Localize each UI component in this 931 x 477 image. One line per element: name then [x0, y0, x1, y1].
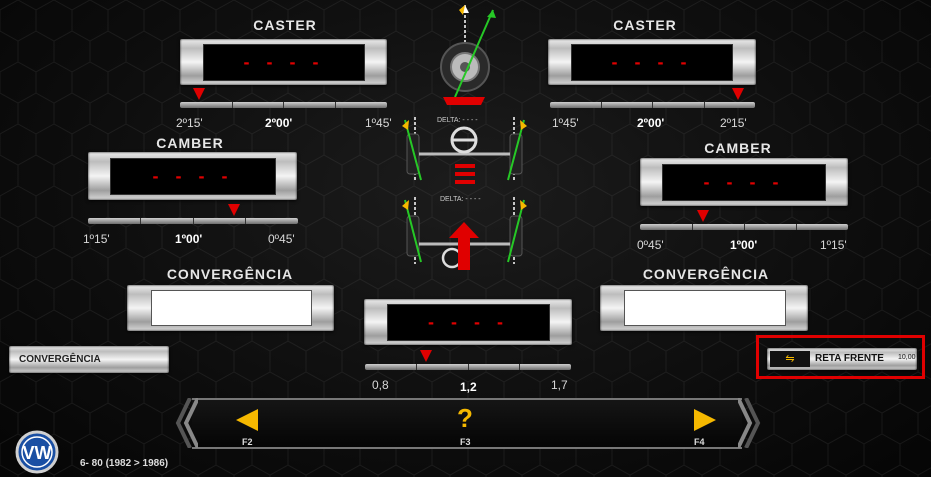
camber-left-scale-max: 0º45' — [268, 232, 295, 246]
convergencia-total-marker — [420, 350, 432, 362]
caster-right-scale — [550, 102, 755, 108]
caster-wheel-illustration — [440, 5, 496, 105]
next-button[interactable]: F4 — [690, 407, 720, 447]
convergencia-right-display — [624, 290, 786, 326]
reta-frente-label: RETA FRENTE — [815, 353, 884, 364]
camber-right-scale — [640, 224, 848, 230]
camber-right-display: - - - - — [662, 164, 826, 201]
caster-right-scale-max: 2º15' — [720, 116, 747, 130]
caster-left-display: - - - - — [203, 44, 365, 81]
camber-right-scale-min: 0º45' — [637, 238, 664, 252]
front-axle-illustration — [402, 117, 527, 184]
caster-right-marker — [732, 88, 744, 100]
caster-right-scale-mid: 2º00' — [637, 116, 665, 130]
convergencia-button-label: CONVERGÊNCIA — [19, 354, 101, 365]
help-icon: ? — [457, 403, 473, 433]
convergencia-total-display: - - - - — [387, 304, 550, 341]
caster-left-scale-min: 2º15' — [176, 116, 203, 130]
caster-left-scale-max: 1º45' — [365, 116, 392, 130]
camber-right-scale-mid: 1º00' — [730, 238, 758, 252]
camber-right-scale-max: 1º15' — [820, 238, 847, 252]
help-button[interactable]: ? F3 — [450, 403, 480, 447]
arrow-left-icon — [236, 409, 258, 431]
toe-illustration — [402, 197, 527, 270]
convergencia-total-scale — [365, 364, 571, 370]
steering-icon: ⇋ — [770, 351, 810, 367]
nav-bar-left-chevrons — [175, 398, 198, 448]
caster-right-scale-min: 1º45' — [552, 116, 579, 130]
caster-left-marker — [193, 88, 205, 100]
svg-text:VW: VW — [23, 443, 52, 463]
caster-right-display: - - - - — [571, 44, 733, 81]
convergencia-total-scale-mid: 1,2 — [460, 380, 477, 394]
camber-left-display: - - - - — [110, 158, 276, 195]
camber-right-marker — [697, 210, 709, 222]
camber-left-scale-min: 1º15' — [83, 232, 110, 246]
reta-frente-button[interactable]: ⇋ RETA FRENTE 10,00 — [756, 335, 925, 379]
previous-button[interactable]: F2 — [232, 407, 262, 447]
convergencia-button[interactable]: CONVERGÊNCIA — [9, 346, 169, 373]
reta-frente-value: 10,00 — [898, 354, 916, 361]
arrow-right-icon — [694, 409, 716, 431]
camber-right-title: CAMBER — [704, 140, 772, 156]
f2-label: F2 — [242, 437, 253, 447]
caster-right-title: CASTER — [613, 17, 677, 33]
camber-left-marker — [228, 204, 240, 216]
vw-logo: VW — [15, 430, 59, 474]
vehicle-model: 6- 80 (1982 > 1986) — [80, 458, 169, 469]
convergencia-left-title: CONVERGÊNCIA — [166, 266, 294, 282]
camber-left-scale — [88, 218, 298, 224]
caster-left-scale-mid: 2º00' — [265, 116, 293, 130]
convergencia-left-display — [151, 290, 312, 326]
alignment-screen: CASTER - - - - 2º15' 2º00' 1º45' CASTER … — [0, 0, 931, 477]
caster-left-title: CASTER — [253, 17, 317, 33]
nav-bar-right-chevrons — [738, 398, 761, 448]
camber-left-scale-mid: 1º00' — [175, 232, 203, 246]
f4-label: F4 — [694, 437, 705, 447]
convergencia-right-title: CONVERGÊNCIA — [642, 266, 770, 282]
convergencia-total-scale-min: 0,8 — [372, 378, 389, 392]
f3-label: F3 — [460, 437, 471, 447]
camber-left-title: CAMBER — [156, 135, 224, 151]
caster-left-scale — [180, 102, 387, 108]
convergencia-total-scale-max: 1,7 — [551, 378, 568, 392]
